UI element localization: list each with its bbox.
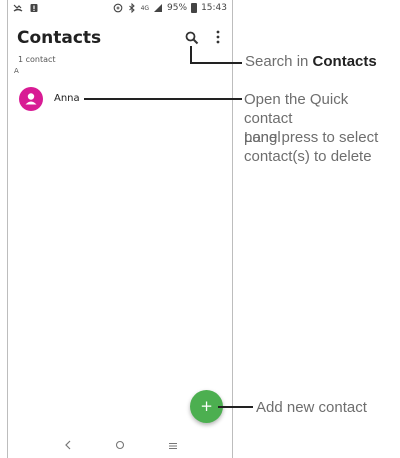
search-callout-text: Search in bbox=[245, 53, 313, 70]
network-type: 4G bbox=[140, 4, 150, 12]
navigation-bar bbox=[8, 436, 232, 456]
recents-icon[interactable] bbox=[168, 441, 178, 451]
data-saver-icon bbox=[113, 3, 122, 13]
battery-percent: 95% bbox=[167, 3, 188, 13]
contact-leader bbox=[84, 98, 242, 100]
quick-panel-line1: Open the Quick contact bbox=[244, 91, 349, 127]
search-callout-bold: Contacts bbox=[312, 53, 377, 70]
signal-icon bbox=[154, 4, 163, 12]
phone-screen: 4G 95% 15:43 Contacts 1 contact A Anna + bbox=[7, 0, 233, 458]
app-bar: Contacts bbox=[8, 22, 232, 52]
section-header: A bbox=[14, 67, 19, 75]
fab-leader bbox=[218, 406, 253, 408]
long-press-callout: Long press to select contact(s) to delet… bbox=[244, 128, 378, 166]
person-icon bbox=[25, 93, 37, 105]
more-options-icon[interactable] bbox=[215, 30, 221, 44]
contact-count: 1 contact bbox=[18, 55, 56, 64]
clock: 15:43 bbox=[201, 3, 227, 13]
search-callout: Search in Contacts bbox=[245, 52, 377, 71]
search-icon[interactable] bbox=[185, 31, 199, 45]
home-icon[interactable] bbox=[115, 440, 125, 450]
back-icon[interactable] bbox=[63, 439, 73, 451]
avatar[interactable] bbox=[19, 87, 43, 111]
long-press-line2: contact(s) to delete bbox=[244, 148, 372, 165]
notification-icon bbox=[30, 4, 38, 12]
battery-icon bbox=[191, 3, 198, 13]
status-bar: 4G 95% 15:43 bbox=[8, 0, 232, 18]
add-contact-callout: Add new contact bbox=[256, 399, 367, 416]
bluetooth-icon bbox=[128, 3, 135, 13]
page-title: Contacts bbox=[17, 28, 102, 48]
long-press-line1: Long press to select bbox=[244, 129, 379, 146]
search-leader-vertical bbox=[190, 46, 192, 63]
missed-call-icon bbox=[13, 4, 23, 12]
contact-name: Anna bbox=[54, 93, 80, 104]
search-leader-horizontal bbox=[190, 62, 242, 64]
